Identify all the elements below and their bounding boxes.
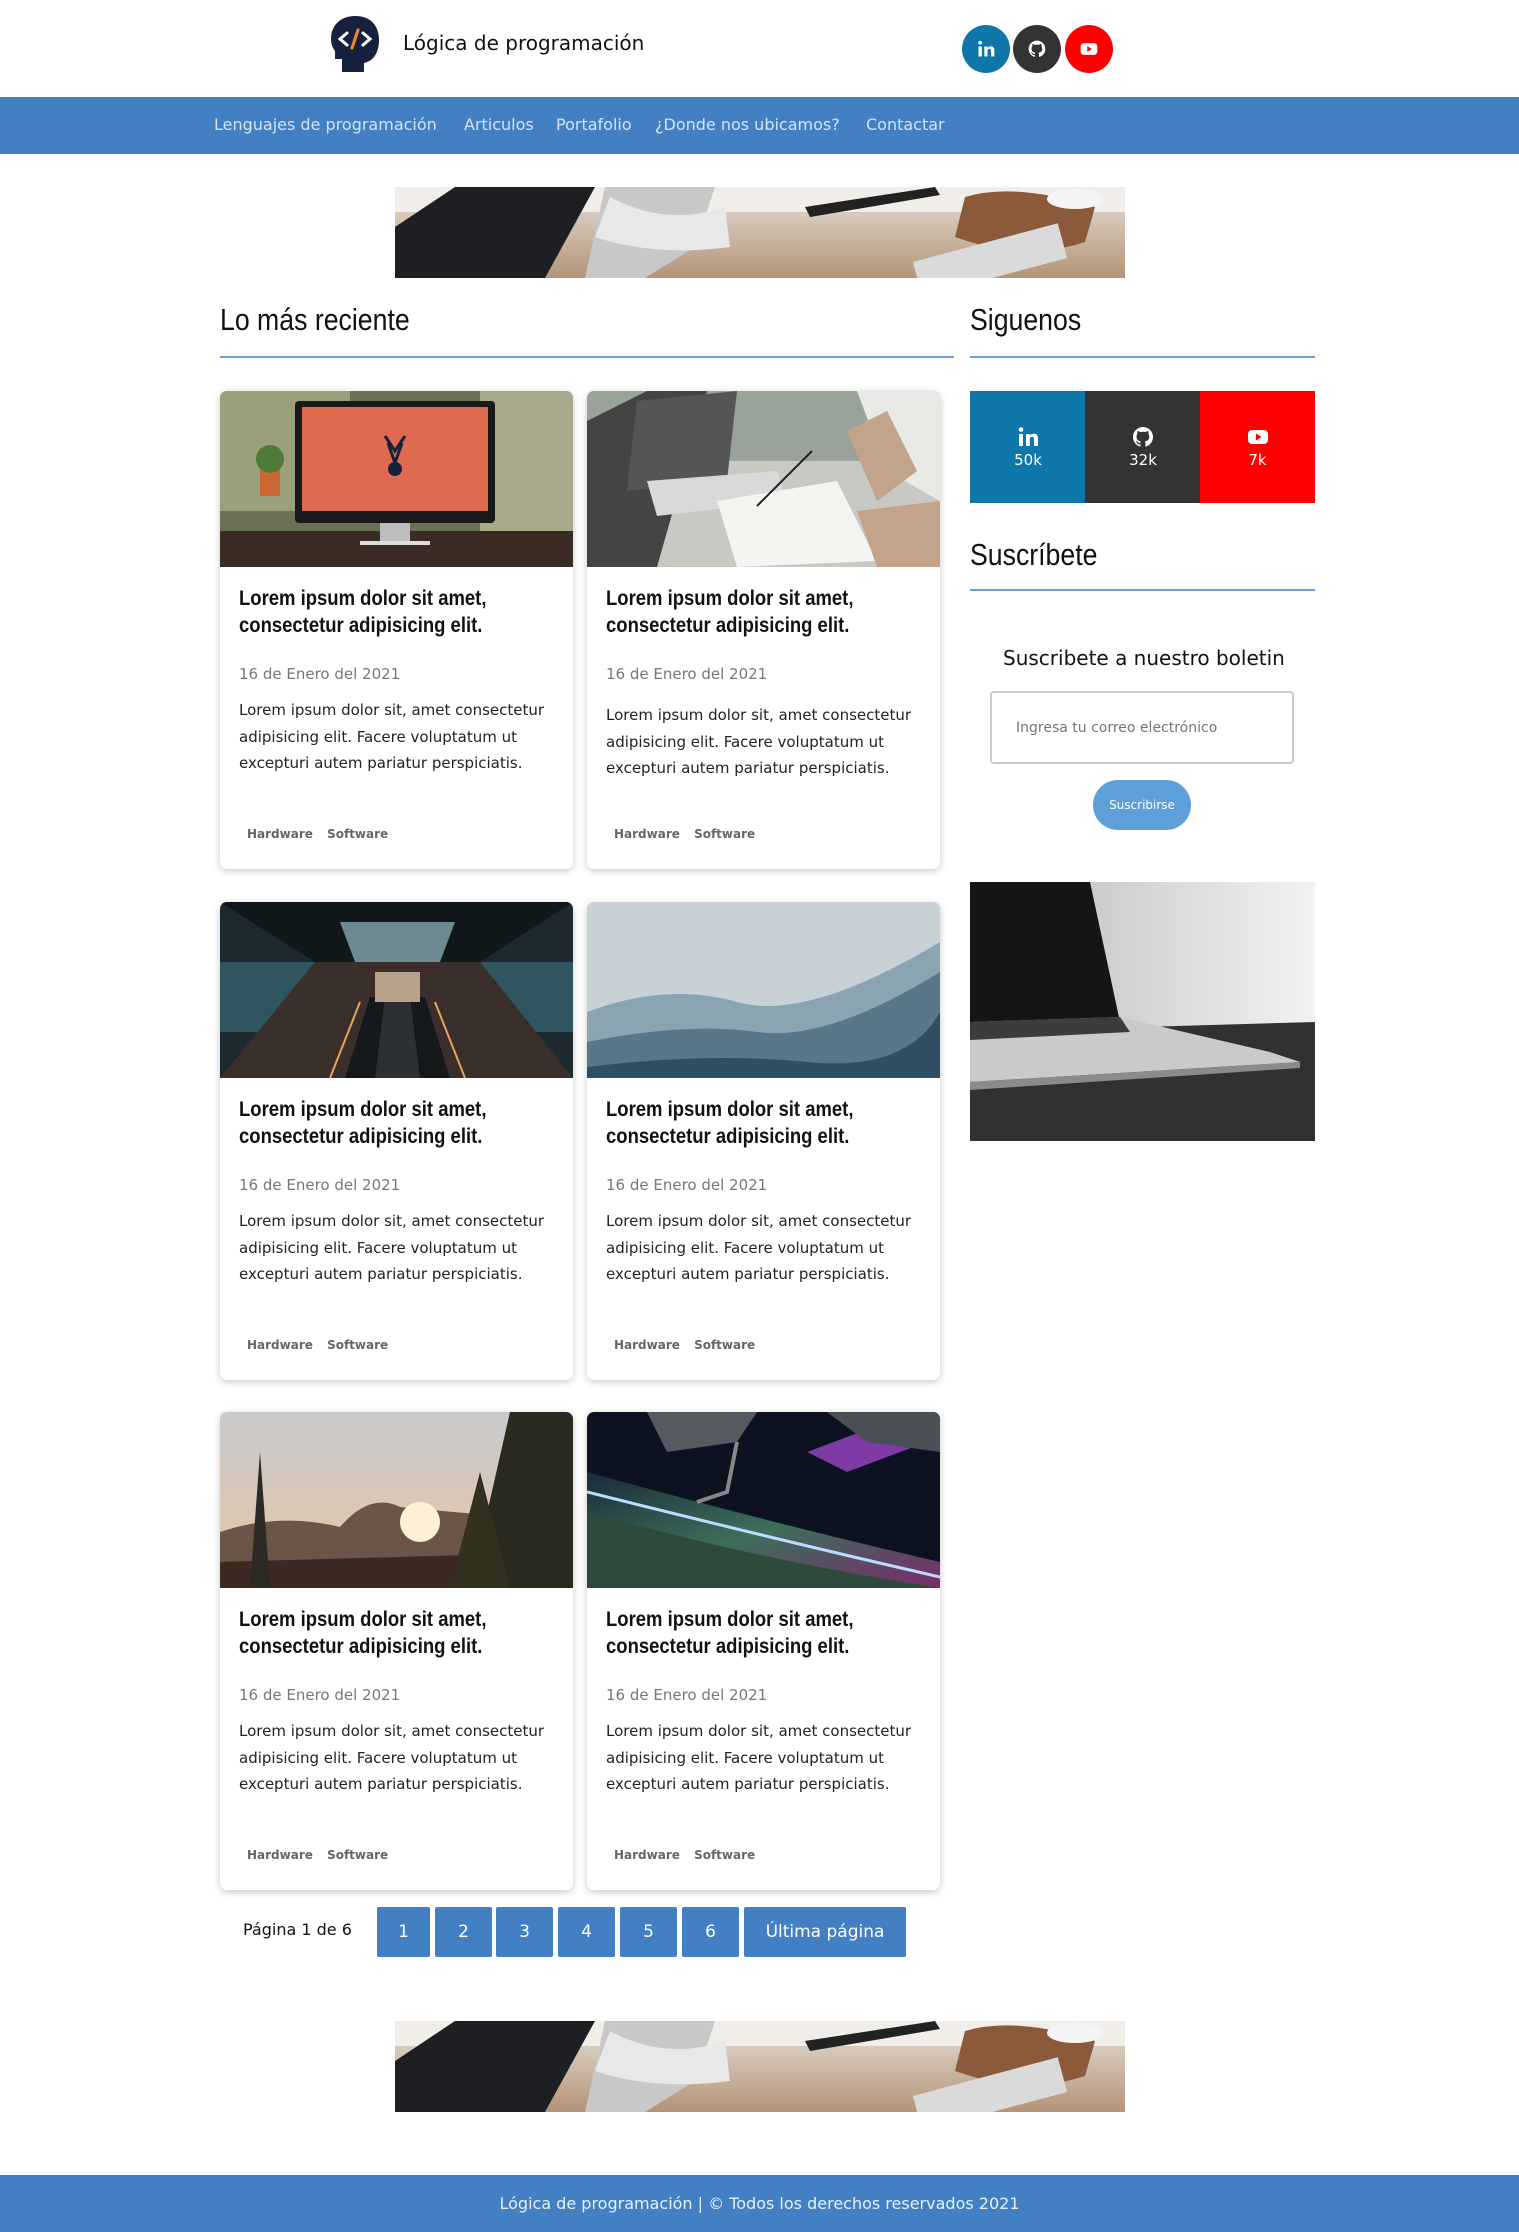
page-button-6[interactable]: 6	[682, 1907, 739, 1957]
bottom-banner-image	[395, 2021, 1125, 2112]
follow-youtube[interactable]: 7k	[1200, 391, 1315, 503]
article-card[interactable]: Lorem ipsum dolor sit amet, consectetur …	[587, 1412, 940, 1890]
section-title-recent: Lo más reciente	[220, 302, 410, 337]
github-icon	[1028, 40, 1046, 57]
email-input[interactable]	[990, 691, 1294, 764]
card-image-forest-sunset[interactable]	[220, 1412, 573, 1588]
card-title[interactable]: Lorem ipsum dolor sit amet, consectetur …	[239, 1606, 556, 1660]
tag-software[interactable]: Software	[327, 827, 388, 841]
linkedin-icon	[978, 40, 995, 57]
card-image-space-aurora[interactable]	[587, 1412, 940, 1588]
subscribe-button[interactable]: Suscribirse	[1093, 780, 1191, 830]
card-excerpt: Lorem ipsum dolor sit, amet consectetur …	[606, 1722, 912, 1793]
card-image-escalator[interactable]	[220, 902, 573, 1078]
section-divider	[970, 589, 1315, 591]
youtube-link[interactable]	[1065, 25, 1113, 73]
newsletter-title: Suscribete a nuestro boletin	[1003, 646, 1285, 670]
card-excerpt: Lorem ipsum dolor sit, amet consectetur …	[239, 701, 545, 772]
card-image-mountains[interactable]	[587, 902, 940, 1078]
tag-hardware[interactable]: Hardware	[247, 1848, 313, 1862]
card-date: 16 de Enero del 2021	[606, 665, 768, 683]
github-icon	[1133, 427, 1153, 447]
card-date: 16 de Enero del 2021	[606, 1686, 768, 1704]
nav-item-articulos[interactable]: Articulos	[464, 115, 534, 134]
youtube-icon	[1080, 43, 1098, 55]
nav-item-ubicacion[interactable]: ¿Donde nos ubicamos?	[655, 115, 840, 134]
card-tags: Hardware Software	[247, 1338, 398, 1352]
card-date: 16 de Enero del 2021	[239, 665, 401, 683]
card-tags: Hardware Software	[614, 1848, 765, 1862]
tag-hardware[interactable]: Hardware	[247, 827, 313, 841]
footer-copyright: Lógica de programación | © Todos los der…	[499, 2194, 1020, 2213]
nav-item-portafolio[interactable]: Portafolio	[556, 115, 632, 134]
card-tags: Hardware Software	[247, 827, 398, 841]
page-button-5[interactable]: 5	[620, 1907, 677, 1957]
github-link[interactable]	[1013, 25, 1061, 73]
youtube-icon	[1247, 430, 1268, 444]
page-button-4[interactable]: 4	[558, 1907, 615, 1957]
card-tags: Hardware Software	[247, 1848, 398, 1862]
section-title-follow: Siguenos	[970, 302, 1082, 337]
card-excerpt: Lorem ipsum dolor sit, amet consectetur …	[239, 1722, 545, 1793]
page-button-1[interactable]: 1	[377, 1907, 430, 1957]
article-card[interactable]: Lorem ipsum dolor sit amet, consectetur …	[220, 902, 573, 1380]
linkedin-link[interactable]	[962, 25, 1010, 73]
sidebar-laptop-image	[970, 882, 1315, 1141]
card-title[interactable]: Lorem ipsum dolor sit amet, consectetur …	[239, 585, 556, 639]
article-card[interactable]: Lorem ipsum dolor sit amet, consectetur …	[220, 391, 573, 869]
nav-item-lenguajes[interactable]: Lenguajes de programación	[214, 115, 437, 134]
follow-github[interactable]: 32k	[1085, 391, 1201, 503]
card-date: 16 de Enero del 2021	[239, 1176, 401, 1194]
tag-hardware[interactable]: Hardware	[614, 1848, 680, 1862]
card-excerpt: Lorem ipsum dolor sit, amet consectetur …	[606, 706, 912, 777]
code-head-icon[interactable]	[328, 14, 382, 76]
card-title[interactable]: Lorem ipsum dolor sit amet, consectetur …	[606, 1096, 923, 1150]
follow-linkedin[interactable]: 50k	[970, 391, 1086, 503]
tag-software[interactable]: Software	[327, 1338, 388, 1352]
pagination-label: Página 1 de 6	[243, 1920, 352, 1939]
follower-count: 32k	[1129, 451, 1157, 469]
article-card[interactable]: Lorem ipsum dolor sit amet, consectetur …	[587, 902, 940, 1380]
tag-software[interactable]: Software	[694, 1338, 755, 1352]
card-image-laptop-notes[interactable]	[587, 391, 940, 567]
top-banner-image	[395, 187, 1125, 278]
article-card[interactable]: Lorem ipsum dolor sit amet, consectetur …	[587, 391, 940, 869]
tag-software[interactable]: Software	[694, 827, 755, 841]
tag-hardware[interactable]: Hardware	[614, 827, 680, 841]
article-card[interactable]: Lorem ipsum dolor sit amet, consectetur …	[220, 1412, 573, 1890]
tag-software[interactable]: Software	[694, 1848, 755, 1862]
brand-title[interactable]: Lógica de programación	[403, 31, 644, 55]
tag-hardware[interactable]: Hardware	[614, 1338, 680, 1352]
card-title[interactable]: Lorem ipsum dolor sit amet, consectetur …	[606, 585, 923, 639]
site-footer: Lógica de programación | © Todos los der…	[0, 2175, 1519, 2232]
card-tags: Hardware Software	[614, 827, 765, 841]
tag-hardware[interactable]: Hardware	[247, 1338, 313, 1352]
card-excerpt: Lorem ipsum dolor sit, amet consectetur …	[239, 1212, 545, 1283]
main-nav: Lenguajes de programación Articulos Port…	[0, 97, 1519, 154]
card-title[interactable]: Lorem ipsum dolor sit amet, consectetur …	[606, 1606, 923, 1660]
section-divider	[970, 356, 1315, 358]
card-tags: Hardware Software	[614, 1338, 765, 1352]
page-button-3[interactable]: 3	[496, 1907, 553, 1957]
last-page-button[interactable]: Última página	[744, 1907, 906, 1957]
tag-software[interactable]: Software	[327, 1848, 388, 1862]
follower-count: 7k	[1248, 451, 1267, 469]
follower-count: 50k	[1014, 451, 1042, 469]
site-header: Lógica de programación	[0, 0, 1519, 97]
card-date: 16 de Enero del 2021	[239, 1686, 401, 1704]
card-excerpt: Lorem ipsum dolor sit, amet consectetur …	[606, 1212, 912, 1283]
card-image-imac[interactable]	[220, 391, 573, 567]
section-title-subscribe: Suscríbete	[970, 537, 1098, 572]
section-divider	[220, 356, 954, 358]
card-title[interactable]: Lorem ipsum dolor sit amet, consectetur …	[239, 1096, 556, 1150]
page: Lógica de programación Lenguajes de prog…	[0, 0, 1519, 2232]
card-date: 16 de Enero del 2021	[606, 1176, 768, 1194]
page-button-2[interactable]: 2	[435, 1907, 492, 1957]
nav-item-contactar[interactable]: Contactar	[866, 115, 945, 134]
linkedin-icon	[1018, 427, 1038, 446]
